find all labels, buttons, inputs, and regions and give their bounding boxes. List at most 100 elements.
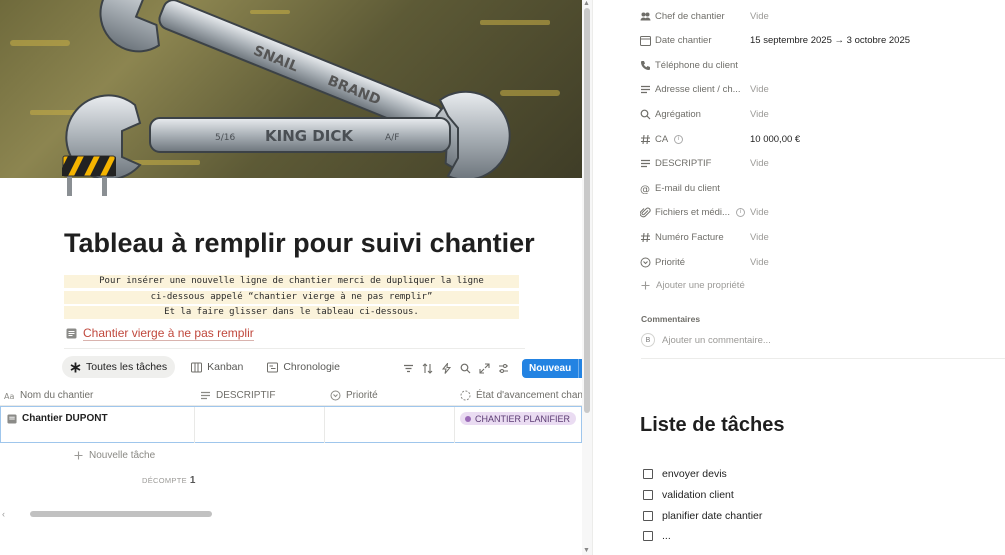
page-icon bbox=[66, 328, 77, 339]
template-page-link[interactable]: Chantier vierge à ne pas remplir bbox=[66, 326, 254, 341]
tab-kanban[interactable]: Kanban bbox=[183, 356, 251, 378]
expand-icon[interactable] bbox=[478, 361, 491, 377]
scroll-down-arrow[interactable]: ▼ bbox=[583, 547, 590, 554]
property-label: Adresse client / ch... bbox=[655, 83, 741, 95]
property-value[interactable]: Vide bbox=[750, 207, 769, 218]
paperclip-icon bbox=[640, 207, 651, 217]
checkbox[interactable] bbox=[643, 490, 653, 500]
tab-label: Toutes les tâches bbox=[86, 361, 168, 373]
row-title-cell[interactable]: Chantier DUPONT bbox=[7, 413, 108, 424]
property-date-chantier[interactable]: Date chantier 15 septembre 2025 → 3 octo… bbox=[640, 32, 910, 48]
todo-item[interactable]: validation client bbox=[643, 489, 734, 501]
todo-item[interactable]: ... bbox=[643, 530, 671, 542]
todo-label[interactable]: planifier date chantier bbox=[662, 510, 762, 522]
property-numero-facture[interactable]: Numéro Facture Vide bbox=[640, 229, 769, 245]
table-header: Aa Nom du chantier DESCRIPTIF Priorité É… bbox=[0, 384, 582, 406]
property-value[interactable]: Vide bbox=[750, 84, 769, 95]
search-icon[interactable] bbox=[459, 361, 472, 377]
horizontal-scrollbar[interactable] bbox=[30, 511, 212, 517]
scrollbar-thumb[interactable] bbox=[584, 8, 590, 413]
property-telephone[interactable]: Téléphone du client bbox=[640, 57, 750, 73]
column-header-nom[interactable]: Aa Nom du chantier bbox=[4, 384, 93, 406]
checkbox[interactable] bbox=[643, 511, 653, 521]
comments-heading: Commentaires bbox=[641, 314, 701, 324]
lines-icon bbox=[201, 391, 210, 399]
property-priorite[interactable]: Priorité Vide bbox=[640, 254, 769, 270]
comment-input[interactable]: B Ajouter un commentaire... bbox=[641, 333, 771, 347]
lightning-icon[interactable] bbox=[440, 361, 453, 377]
select-icon bbox=[330, 390, 341, 400]
scroll-left-arrow[interactable]: ‹ bbox=[2, 509, 5, 519]
phone-icon bbox=[641, 60, 650, 70]
property-value[interactable]: Vide bbox=[750, 257, 769, 268]
sort-icon[interactable] bbox=[421, 361, 434, 377]
divider bbox=[64, 348, 525, 349]
property-name: CA i bbox=[640, 134, 750, 145]
scroll-up-arrow[interactable]: ▲ bbox=[583, 0, 590, 7]
database-toolbar: Nouveau bbox=[402, 359, 582, 378]
info-icon[interactable]: i bbox=[735, 207, 745, 217]
todo-label[interactable]: envoyer devis bbox=[662, 468, 727, 480]
todo-item[interactable]: envoyer devis bbox=[643, 468, 727, 480]
new-task-button[interactable]: Nouvelle tâche bbox=[74, 450, 155, 461]
cell-divider bbox=[194, 407, 195, 443]
divider bbox=[641, 358, 1005, 359]
property-value[interactable]: 15 septembre 2025 → 3 octobre 2025 bbox=[750, 35, 910, 46]
add-property-button[interactable]: Ajouter une propriété bbox=[641, 280, 745, 291]
asterisk-icon bbox=[70, 362, 81, 372]
column-header-descriptif[interactable]: DESCRIPTIF bbox=[200, 384, 275, 406]
property-label: Fichiers et médi... bbox=[655, 206, 730, 218]
property-value[interactable]: Vide bbox=[750, 232, 769, 243]
vertical-scrollbar[interactable]: ▲ ▼ bbox=[582, 0, 592, 555]
property-label: Numéro Facture bbox=[655, 231, 724, 243]
settings-sliders-icon[interactable] bbox=[497, 361, 510, 377]
property-ca[interactable]: CA i 10 000,00 € bbox=[640, 131, 800, 147]
tab-toutes-les-taches[interactable]: Toutes les tâches bbox=[62, 356, 176, 378]
property-fichiers[interactable]: Fichiers et médi... i Vide bbox=[640, 204, 769, 220]
property-value[interactable]: Vide bbox=[750, 109, 769, 120]
todo-label[interactable]: validation client bbox=[662, 489, 734, 501]
column-label: État d'avancement chantie bbox=[476, 389, 582, 401]
row-count[interactable]: DÉCOMPTE 1 bbox=[142, 475, 196, 486]
at-icon: @ bbox=[640, 184, 650, 194]
property-label: Date chantier bbox=[655, 34, 712, 46]
plus-icon bbox=[641, 281, 650, 290]
page-title[interactable]: Tableau à remplir pour suivi chantier bbox=[64, 228, 535, 259]
column-label: Priorité bbox=[346, 389, 378, 401]
table-row[interactable]: Chantier DUPONT CHANTIER PLANIFIER bbox=[0, 406, 582, 443]
svg-text:@: @ bbox=[640, 184, 650, 194]
property-value[interactable]: 10 000,00 € bbox=[750, 134, 800, 145]
column-header-etat[interactable]: État d'avancement chantie bbox=[460, 384, 582, 406]
info-icon[interactable]: i bbox=[674, 134, 684, 144]
filter-icon[interactable] bbox=[402, 361, 415, 377]
property-adresse[interactable]: Adresse client / ch... Vide bbox=[640, 81, 769, 97]
timeline-icon bbox=[267, 362, 279, 372]
status-badge[interactable]: CHANTIER PLANIFIER bbox=[460, 412, 577, 425]
comment-placeholder: Ajouter un commentaire... bbox=[662, 334, 771, 346]
property-value[interactable]: Vide bbox=[750, 11, 769, 22]
property-chef-de-chantier[interactable]: Chef de chantier Vide bbox=[640, 8, 769, 24]
callout-line: Pour insérer une nouvelle ligne de chant… bbox=[64, 275, 519, 288]
property-descriptif[interactable]: DESCRIPTIF Vide bbox=[640, 155, 769, 171]
tab-label: Kanban bbox=[207, 361, 244, 373]
checkbox[interactable] bbox=[643, 469, 653, 479]
new-button[interactable]: Nouveau bbox=[522, 359, 582, 378]
checkbox[interactable] bbox=[643, 531, 653, 541]
property-value[interactable]: Vide bbox=[750, 158, 769, 169]
property-agregation[interactable]: Agrégation Vide bbox=[640, 106, 769, 122]
view-tabs: Toutes les tâches Kanban Chronologie bbox=[62, 356, 348, 378]
property-email[interactable]: @ E-mail du client bbox=[640, 180, 750, 196]
column-header-priorite[interactable]: Priorité bbox=[330, 384, 378, 406]
barrier-icon[interactable] bbox=[58, 154, 116, 198]
property-label: DESCRIPTIF bbox=[655, 157, 712, 169]
todo-label[interactable]: ... bbox=[662, 530, 671, 542]
svg-text:5/16: 5/16 bbox=[215, 133, 235, 143]
tab-chronologie[interactable]: Chronologie bbox=[259, 356, 348, 378]
property-name: Chef de chantier bbox=[640, 11, 750, 22]
property-label: Agrégation bbox=[655, 108, 701, 120]
todo-item[interactable]: planifier date chantier bbox=[643, 510, 762, 522]
column-label: DESCRIPTIF bbox=[216, 389, 276, 401]
cover-image[interactable]: SNAIL BRAND KING DICK 5/16 A/F bbox=[0, 0, 582, 178]
calendar-icon bbox=[640, 35, 651, 46]
cell-divider bbox=[324, 407, 325, 443]
